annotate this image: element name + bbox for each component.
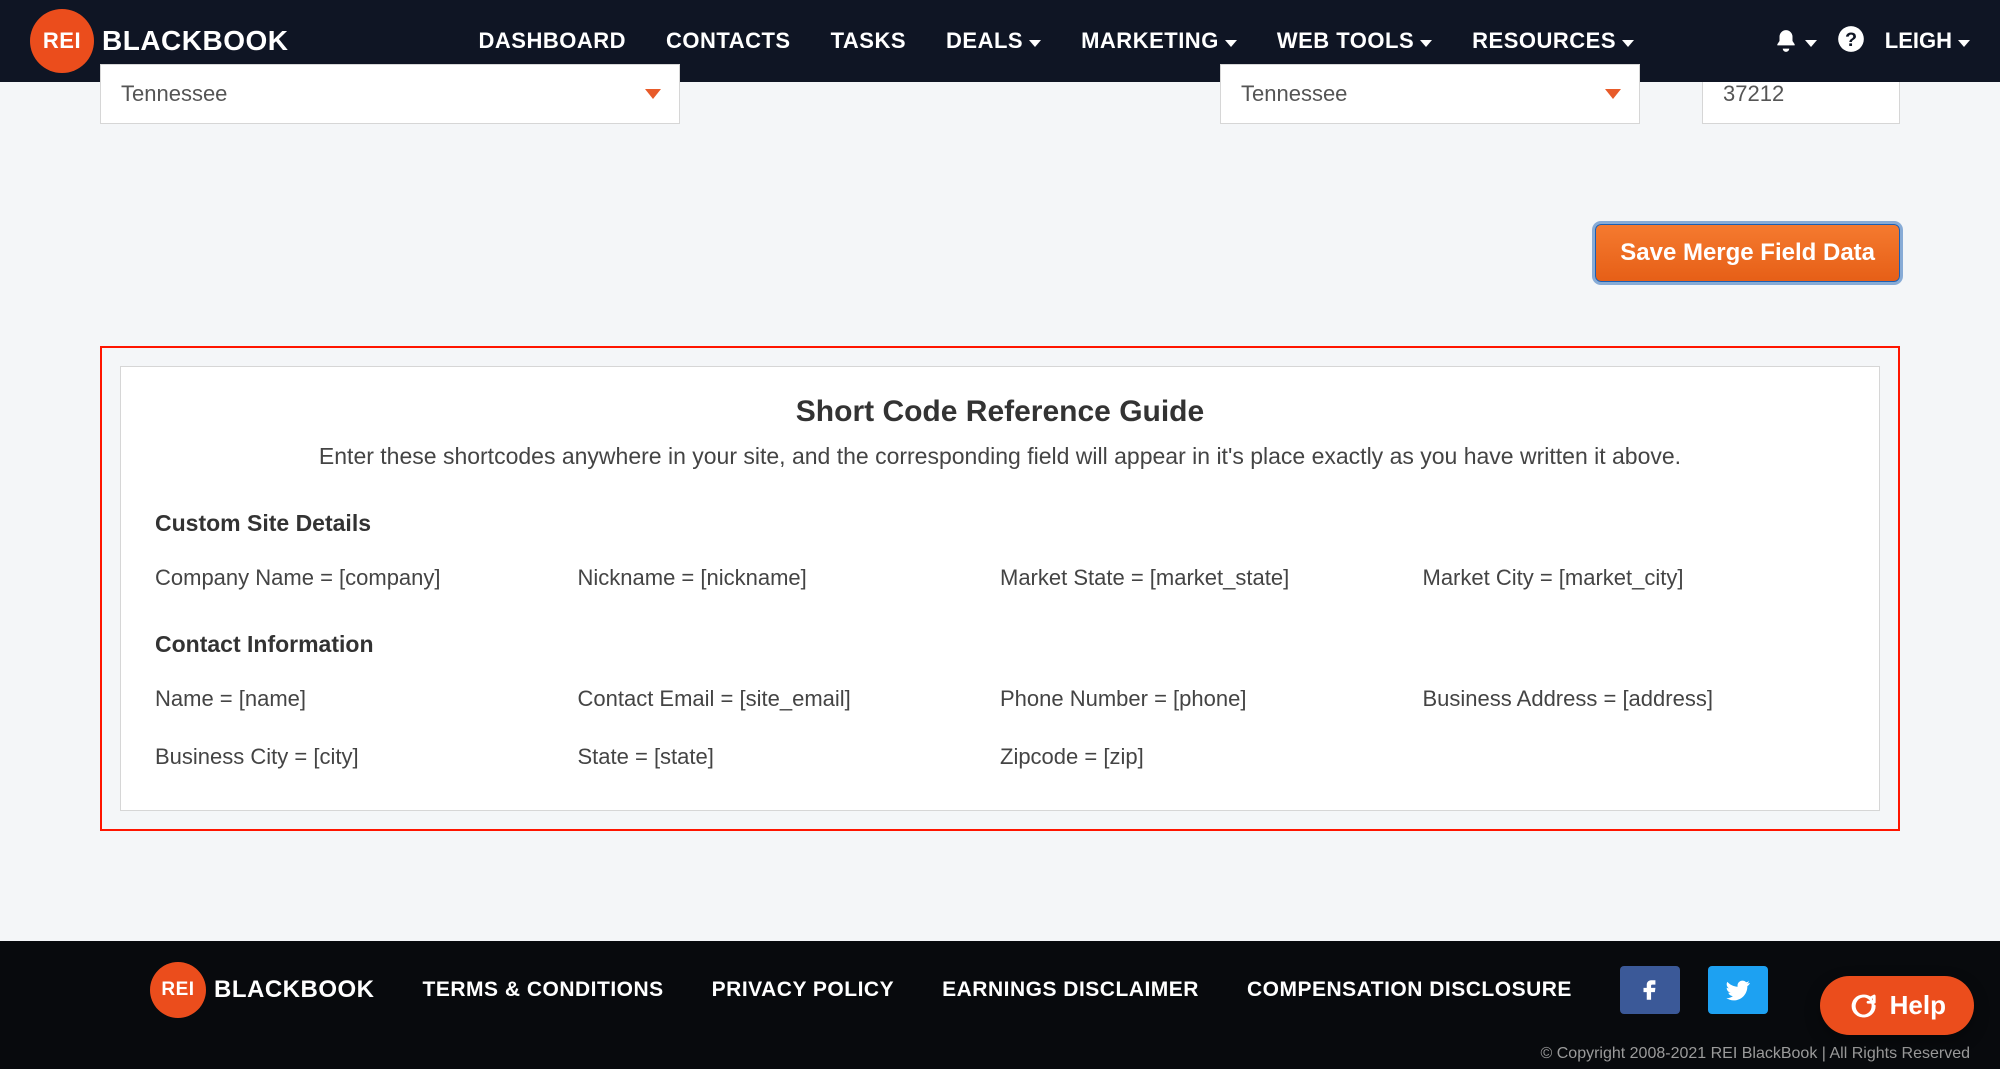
zip-input-value: 37212 — [1723, 81, 1784, 107]
social-links — [1620, 966, 1768, 1014]
footer-logo[interactable]: REI BLACKBOOK — [150, 962, 375, 1018]
code-company: Company Name = [company] — [155, 565, 578, 591]
nav-resources-label: RESOURCES — [1472, 28, 1616, 54]
state-select-right[interactable]: Tennessee — [1220, 64, 1640, 124]
footer-links: TERMS & CONDITIONS PRIVACY POLICY EARNIN… — [423, 978, 1572, 1002]
state-select-left-value: Tennessee — [121, 81, 227, 107]
code-market-state: Market State = [market_state] — [1000, 565, 1423, 591]
nav-contacts[interactable]: CONTACTS — [666, 28, 791, 54]
chat-icon — [1848, 991, 1878, 1021]
state-select-left[interactable]: Tennessee — [100, 64, 680, 124]
twitter-icon[interactable] — [1708, 966, 1768, 1014]
nav-web-tools-label: WEB TOOLS — [1277, 28, 1414, 54]
guide-title: Short Code Reference Guide — [155, 395, 1845, 429]
guide-section-contact-info: Contact Information — [155, 631, 1845, 658]
chevron-down-icon — [1958, 40, 1970, 47]
footer-logo-badge: REI — [150, 962, 206, 1018]
guide-highlight-box: Short Code Reference Guide Enter these s… — [100, 346, 1900, 831]
nav-marketing[interactable]: MARKETING — [1081, 28, 1237, 54]
footer-link-privacy[interactable]: PRIVACY POLICY — [712, 978, 894, 1002]
contact-info-codes: Name = [name] Contact Email = [site_emai… — [155, 686, 1845, 770]
footer-logo-text: BLACKBOOK — [214, 976, 375, 1004]
chevron-down-icon — [1805, 40, 1817, 47]
footer-link-earnings[interactable]: EARNINGS DISCLAIMER — [942, 978, 1199, 1002]
page-body: Tennessee Tennessee 37212 Save Merge Fie… — [0, 64, 2000, 831]
copyright-text: © Copyright 2008-2021 REI BlackBook | Al… — [1541, 1045, 1971, 1063]
notifications-icon[interactable] — [1773, 28, 1817, 54]
help-widget-button[interactable]: Help — [1820, 976, 1974, 1035]
custom-site-codes: Company Name = [company] Nickname = [nic… — [155, 565, 1845, 591]
code-name: Name = [name] — [155, 686, 578, 712]
footer: REI BLACKBOOK TERMS & CONDITIONS PRIVACY… — [0, 941, 2000, 1069]
nav-resources[interactable]: RESOURCES — [1472, 28, 1634, 54]
code-address: Business Address = [address] — [1423, 686, 1846, 712]
chevron-down-icon — [1605, 89, 1621, 99]
svg-text:?: ? — [1845, 29, 1857, 51]
shortcode-guide-panel: Short Code Reference Guide Enter these s… — [120, 366, 1880, 811]
nav-deals[interactable]: DEALS — [946, 28, 1041, 54]
logo-badge: REI — [30, 9, 94, 73]
code-state: State = [state] — [578, 744, 1001, 770]
chevron-down-icon — [1029, 40, 1041, 47]
header-right: ? LEIGH — [1773, 25, 1970, 58]
user-name-label: LEIGH — [1885, 28, 1952, 54]
chevron-down-icon — [1225, 40, 1237, 47]
guide-section-custom-site: Custom Site Details — [155, 510, 1845, 537]
footer-link-compensation[interactable]: COMPENSATION DISCLOSURE — [1247, 978, 1572, 1002]
chevron-down-icon — [645, 89, 661, 99]
code-city: Business City = [city] — [155, 744, 578, 770]
footer-link-terms[interactable]: TERMS & CONDITIONS — [423, 978, 664, 1002]
code-nickname: Nickname = [nickname] — [578, 565, 1001, 591]
guide-subtitle: Enter these shortcodes anywhere in your … — [155, 443, 1845, 470]
help-widget-label: Help — [1890, 990, 1946, 1021]
main-nav: DASHBOARD CONTACTS TASKS DEALS MARKETING… — [479, 28, 1635, 54]
help-icon[interactable]: ? — [1837, 25, 1865, 58]
nav-deals-label: DEALS — [946, 28, 1023, 54]
state-select-right-value: Tennessee — [1241, 81, 1347, 107]
save-merge-field-button[interactable]: Save Merge Field Data — [1595, 224, 1900, 282]
code-phone: Phone Number = [phone] — [1000, 686, 1423, 712]
facebook-icon[interactable] — [1620, 966, 1680, 1014]
nav-marketing-label: MARKETING — [1081, 28, 1219, 54]
nav-web-tools[interactable]: WEB TOOLS — [1277, 28, 1432, 54]
code-market-city: Market City = [market_city] — [1423, 565, 1846, 591]
chevron-down-icon — [1420, 40, 1432, 47]
code-email: Contact Email = [site_email] — [578, 686, 1001, 712]
nav-tasks[interactable]: TASKS — [831, 28, 906, 54]
save-row: Save Merge Field Data — [100, 224, 1900, 282]
chevron-down-icon — [1622, 40, 1634, 47]
code-zip: Zipcode = [zip] — [1000, 744, 1423, 770]
logo-text: BLACKBOOK — [102, 25, 289, 57]
user-menu[interactable]: LEIGH — [1885, 28, 1970, 54]
nav-dashboard[interactable]: DASHBOARD — [479, 28, 627, 54]
